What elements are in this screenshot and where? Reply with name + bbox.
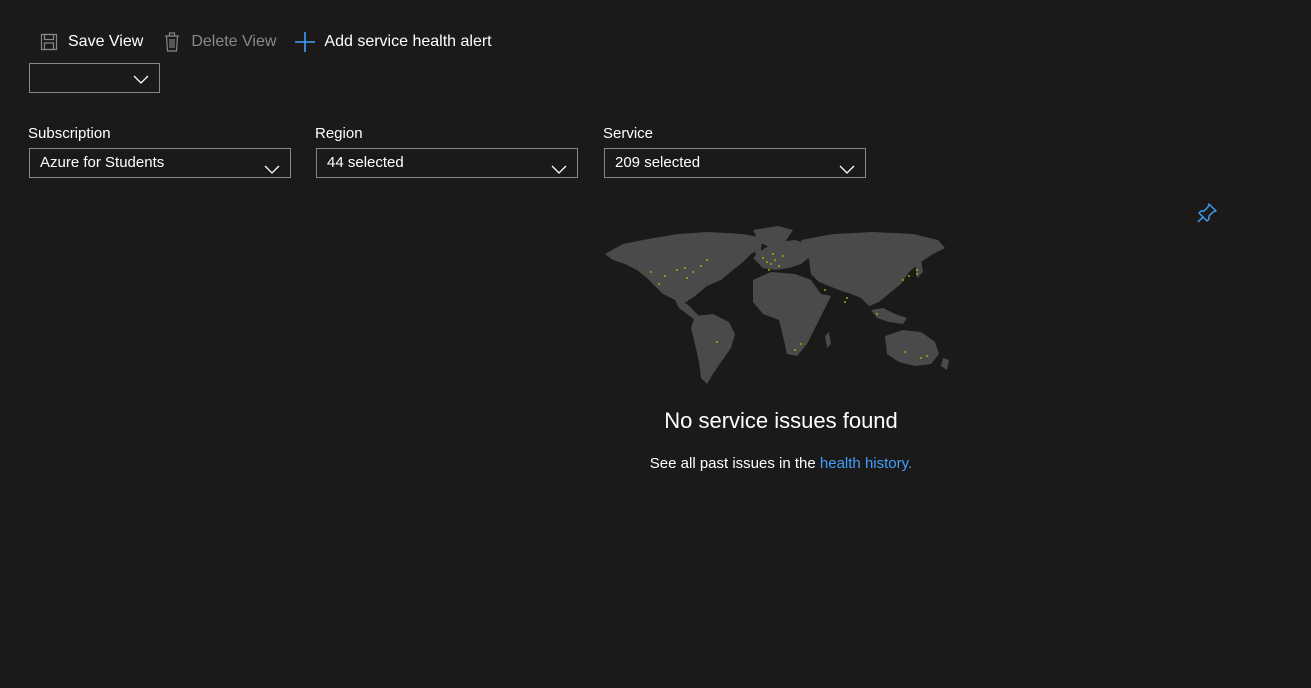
- trash-icon: [161, 31, 183, 53]
- region-label: Region: [315, 125, 363, 142]
- toolbar: Save View Delete View Add service health…: [38, 27, 510, 57]
- chevron-down-icon: [839, 157, 855, 185]
- service-value: 209 selected: [615, 154, 701, 171]
- empty-state-subtitle-text: See all past issues in the: [649, 455, 820, 472]
- chevron-down-icon: [264, 157, 280, 185]
- add-service-health-alert-button[interactable]: Add service health alert: [294, 31, 492, 53]
- save-view-label: Save View: [68, 33, 144, 50]
- empty-state-title: No service issues found: [664, 408, 898, 433]
- subscription-value: Azure for Students: [40, 154, 165, 171]
- chevron-down-icon: [133, 72, 149, 90]
- pin-icon[interactable]: [1196, 202, 1218, 224]
- subscription-filter: Subscription Azure for Students: [28, 124, 291, 178]
- service-dropdown[interactable]: 209 selected: [604, 148, 866, 178]
- save-view-button[interactable]: Save View: [38, 31, 143, 53]
- service-health-page: Save View Delete View Add service health…: [0, 0, 1311, 688]
- service-filter: Service 209 selected: [603, 124, 866, 178]
- region-value: 44 selected: [327, 154, 404, 171]
- region-dropdown[interactable]: 44 selected: [316, 148, 578, 178]
- health-history-link[interactable]: health history.: [820, 455, 912, 472]
- region-filter: Region 44 selected: [315, 124, 578, 178]
- plus-icon: [294, 31, 316, 53]
- subscription-dropdown[interactable]: Azure for Students: [29, 148, 291, 178]
- delete-view-label: Delete View: [191, 33, 277, 50]
- subscription-label: Subscription: [28, 125, 111, 142]
- view-selector-dropdown[interactable]: [29, 63, 160, 93]
- world-map: [603, 224, 955, 390]
- add-alert-label: Add service health alert: [324, 33, 492, 50]
- empty-state-subtitle: See all past issues in the health histor…: [580, 455, 982, 472]
- save-icon: [38, 31, 60, 53]
- service-label: Service: [603, 125, 654, 142]
- chevron-down-icon: [551, 157, 567, 185]
- delete-view-button[interactable]: Delete View: [161, 31, 276, 53]
